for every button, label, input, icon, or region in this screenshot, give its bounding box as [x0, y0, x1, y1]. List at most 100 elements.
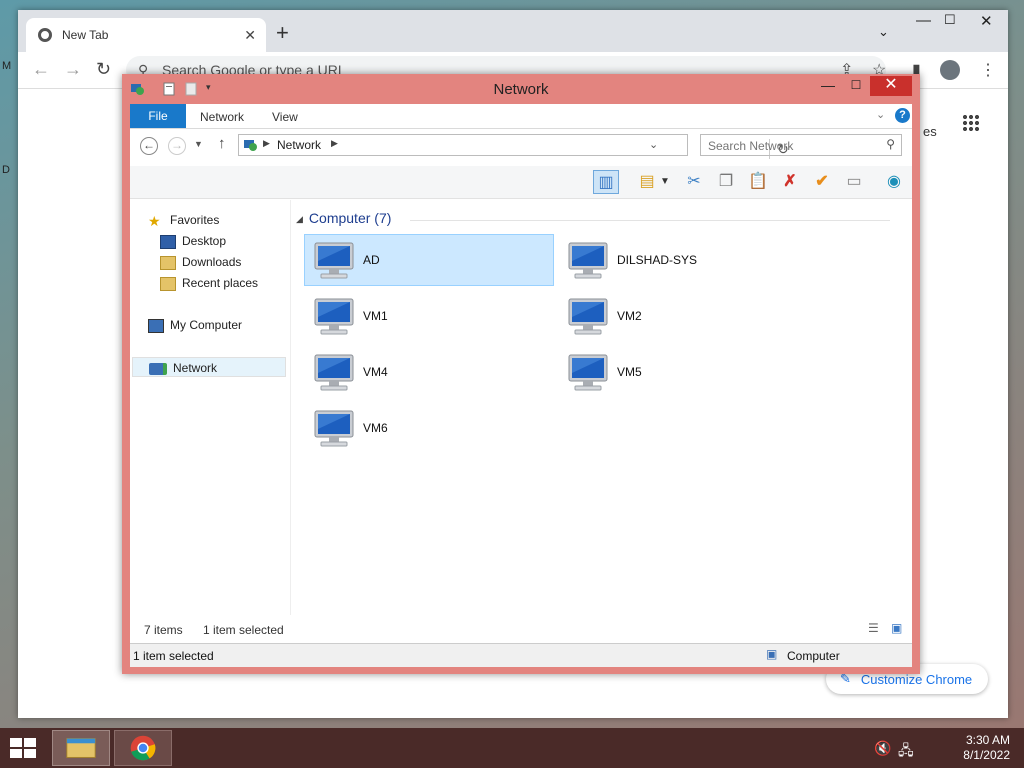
back-icon[interactable]: ←: [32, 60, 50, 78]
computer-monitor-icon: [311, 297, 357, 337]
tab-close-icon[interactable]: ✕: [244, 27, 256, 44]
tab-view[interactable]: View: [272, 104, 298, 128]
profile-avatar[interactable]: [940, 60, 960, 80]
copy-icon[interactable]: ❐: [713, 170, 739, 194]
taskbar-explorer-button[interactable]: [52, 730, 110, 766]
windows-start-icon[interactable]: [8, 736, 38, 760]
details-status: 7 items 1 item selected ☰ ▣: [130, 615, 912, 643]
checkmark-icon[interactable]: ✔: [809, 170, 835, 194]
up-arrow-icon[interactable]: ↑: [218, 135, 226, 152]
menu-dots-icon[interactable]: ⋮: [980, 60, 996, 80]
network-globe-icon[interactable]: ◉: [881, 170, 907, 194]
large-icons-view-icon[interactable]: ▣: [891, 621, 902, 635]
nav-my-computer[interactable]: My Computer: [148, 315, 242, 335]
address-row: ← → ▼ ↑ ▶ Network ▶ ⌄ ↻ ⚲: [130, 129, 912, 165]
computer-name: VM4: [363, 365, 388, 379]
explorer-window: ▾ Network — ☐ ✕ File Network View ⌄ ? ← …: [122, 74, 920, 674]
ribbon-expand-chevron-icon[interactable]: ⌄: [876, 108, 885, 121]
clock-date: 8/1/2022: [963, 748, 1010, 762]
desktop-edge-letter-m: M: [2, 60, 12, 72]
forward-icon[interactable]: →: [64, 60, 82, 78]
nav-desktop[interactable]: Desktop: [160, 231, 226, 251]
delete-x-icon[interactable]: ✗: [777, 170, 803, 194]
search-network-input[interactable]: [701, 135, 880, 157]
volume-muted-icon[interactable]: 🔇: [874, 740, 891, 757]
taskbar-chrome-button[interactable]: [114, 730, 172, 766]
close-window-icon[interactable]: ✕: [980, 12, 993, 30]
clock-time: 3:30 AM: [965, 733, 1010, 747]
explorer-title: Network: [493, 81, 549, 98]
search-icon[interactable]: ⚲: [886, 137, 895, 151]
paste-clipboard-icon[interactable]: 📋: [745, 170, 771, 194]
address-dropdown-icon[interactable]: ⌄: [649, 138, 658, 151]
explorer-minimize-icon[interactable]: —: [816, 76, 840, 96]
chrome-tab-title: New Tab: [62, 28, 109, 42]
computer-monitor-icon: [565, 241, 611, 281]
command-toolbar: ▥ ▤ ▼ ✂ ❐ 📋 ✗ ✔ ▭ ◉: [130, 166, 912, 199]
collapse-triangle-icon[interactable]: ◢: [296, 214, 303, 224]
computer-item[interactable]: AD: [304, 234, 554, 286]
computer-item[interactable]: DILSHAD-SYS: [558, 234, 808, 286]
tab-search-chevron-icon[interactable]: ⌄: [878, 24, 889, 40]
computer-monitor-icon: [565, 297, 611, 337]
explorer-forward-icon[interactable]: →: [168, 137, 186, 155]
recent-locations-dropdown-icon[interactable]: ▼: [194, 139, 203, 149]
computer-item[interactable]: VM2: [558, 290, 808, 342]
computer-item[interactable]: VM1: [304, 290, 554, 342]
cut-scissors-icon[interactable]: ✂: [681, 170, 707, 194]
address-bar[interactable]: ▶ Network ▶ ⌄ ↻: [238, 134, 789, 159]
reload-icon[interactable]: ↻: [96, 60, 111, 78]
status-bar: 1 item selected ▣ Computer: [130, 643, 912, 667]
nav-network[interactable]: Network: [132, 357, 286, 377]
tab-network[interactable]: Network: [200, 104, 244, 128]
selected-count: 1 item selected: [203, 623, 284, 637]
tab-file[interactable]: File: [130, 104, 186, 128]
items-count: 7 items: [144, 623, 183, 637]
computer-name: VM1: [363, 309, 388, 323]
nav-favorites[interactable]: ★ Favorites: [148, 210, 219, 230]
properties-folder-icon[interactable]: ▤: [634, 170, 660, 194]
minimize-icon[interactable]: —: [916, 12, 931, 29]
breadcrumb-separator-icon[interactable]: ▶: [331, 138, 338, 149]
apps-grid-icon[interactable]: [962, 114, 980, 132]
explorer-maximize-icon[interactable]: ☐: [844, 76, 868, 96]
computer-name: VM5: [617, 365, 642, 379]
new-tab-button[interactable]: +: [276, 22, 289, 44]
computer-item[interactable]: VM6: [304, 402, 554, 454]
computer-icon: [148, 318, 164, 333]
help-icon[interactable]: ?: [895, 108, 910, 123]
nav-downloads[interactable]: Downloads: [160, 252, 241, 272]
breadcrumb-network[interactable]: Network: [277, 138, 321, 152]
nav-network-label: Network: [173, 361, 218, 375]
explorer-close-button[interactable]: ✕: [870, 76, 912, 96]
chrome-tab[interactable]: New Tab ✕: [26, 18, 266, 52]
breadcrumb-separator-icon[interactable]: ▶: [263, 138, 270, 149]
computer-name: VM6: [363, 421, 388, 435]
nav-recent-label: Recent places: [182, 276, 259, 290]
chrome-favicon-icon: [38, 28, 52, 42]
network-status-icon[interactable]: 🖧: [898, 740, 914, 764]
group-header-computer[interactable]: ◢ Computer (7): [296, 210, 391, 226]
computer-monitor-icon: [311, 353, 357, 393]
preview-pane-icon[interactable]: ▥: [593, 170, 619, 194]
computer-item[interactable]: VM5: [558, 346, 808, 398]
details-view-icon[interactable]: ☰: [868, 621, 879, 635]
clock[interactable]: 3:30 AM 8/1/2022: [940, 733, 1010, 763]
status-computer-icon: ▣: [766, 647, 778, 661]
computer-name: DILSHAD-SYS: [617, 253, 698, 267]
explorer-back-icon[interactable]: ←: [140, 137, 158, 155]
ribbon-tabs: File Network View ⌄ ?: [130, 104, 912, 129]
toolbar-dropdown-icon[interactable]: ▼: [658, 170, 672, 194]
maximize-icon[interactable]: ☐: [944, 12, 956, 28]
explorer-titlebar[interactable]: ▾ Network — ☐ ✕: [122, 74, 920, 104]
desktop-icon: [160, 234, 176, 249]
group-divider: [410, 220, 890, 221]
status-computer: Computer: [787, 649, 840, 663]
nav-recent-places[interactable]: Recent places: [160, 273, 258, 293]
chrome-tabstrip: New Tab ✕ + ⌄ — ☐ ✕: [18, 10, 1008, 52]
rename-icon[interactable]: ▭: [841, 170, 867, 194]
desktop-edge-letter-d: D: [2, 164, 10, 176]
network-location-icon: [244, 140, 257, 151]
computer-item[interactable]: VM4: [304, 346, 554, 398]
explorer-body: File Network View ⌄ ? ← → ▼ ↑ ▶ Network …: [130, 104, 912, 667]
